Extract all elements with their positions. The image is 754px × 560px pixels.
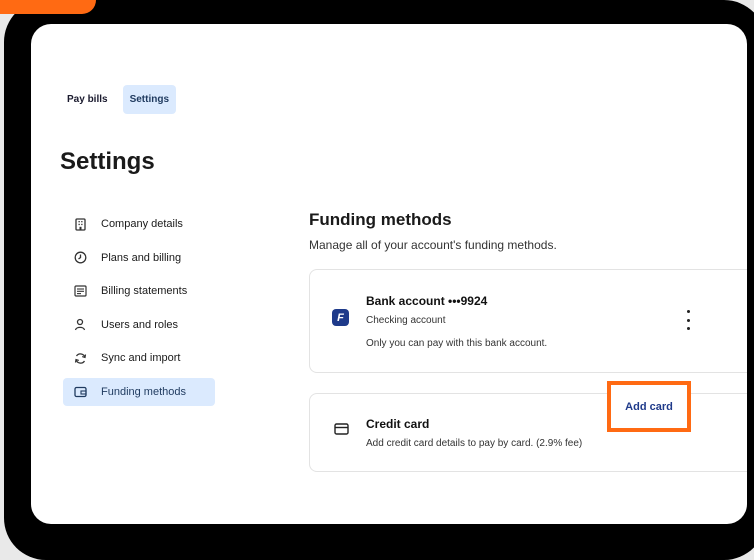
- statement-icon: [73, 284, 87, 298]
- sidebar-item-users-and-roles[interactable]: Users and roles: [63, 311, 215, 339]
- sidebar-item-label: Billing statements: [101, 285, 188, 297]
- user-icon: [73, 318, 87, 332]
- sidebar-item-label: Users and roles: [101, 318, 179, 331]
- bank-account-title: Bank account •••9924: [366, 294, 488, 308]
- bank-logo-icon: F: [332, 309, 349, 326]
- tab-pay-bills[interactable]: Pay bills: [60, 85, 115, 114]
- plan-icon: [73, 251, 87, 265]
- sidebar-item-label: Sync and import: [101, 352, 181, 364]
- credit-card-description: Add credit card details to pay by card. …: [366, 438, 583, 449]
- sidebar-item-label: Company details: [101, 218, 183, 230]
- bank-account-card: F Bank account •••9924 Checking account …: [309, 269, 747, 373]
- more-options-icon[interactable]: [683, 310, 693, 330]
- building-icon: [73, 217, 87, 231]
- wallet-icon: [73, 385, 87, 399]
- credit-card-title: Credit card: [366, 417, 430, 431]
- settings-sidebar: Company details Plans and billing Billin…: [63, 210, 215, 411]
- funding-methods-title: Funding methods: [309, 210, 452, 229]
- accent-tab: [0, 0, 96, 14]
- app-screen: Pay bills Settings Settings Company deta…: [31, 24, 747, 524]
- sidebar-item-plans-and-billing[interactable]: Plans and billing: [63, 244, 215, 272]
- sync-icon: [73, 351, 87, 365]
- sidebar-item-company-details[interactable]: Company details: [63, 210, 215, 238]
- sidebar-item-billing-statements[interactable]: Billing statements: [63, 277, 215, 305]
- sidebar-item-label: Funding methods: [101, 385, 186, 398]
- add-card-button[interactable]: Add card: [607, 381, 691, 432]
- funding-methods-subtitle: Manage all of your account's funding met…: [309, 238, 557, 252]
- credit-card-icon: [334, 422, 349, 435]
- page-title: Settings: [60, 148, 155, 175]
- bank-account-type: Checking account: [366, 315, 446, 326]
- top-tabs: Pay bills Settings: [60, 85, 177, 114]
- sidebar-item-sync-and-import[interactable]: Sync and import: [63, 344, 215, 372]
- sidebar-item-funding-methods[interactable]: Funding methods: [63, 377, 215, 406]
- bank-account-note: Only you can pay with this bank account.: [366, 338, 548, 349]
- tab-settings[interactable]: Settings: [122, 85, 177, 114]
- sidebar-item-label: Plans and billing: [101, 251, 182, 264]
